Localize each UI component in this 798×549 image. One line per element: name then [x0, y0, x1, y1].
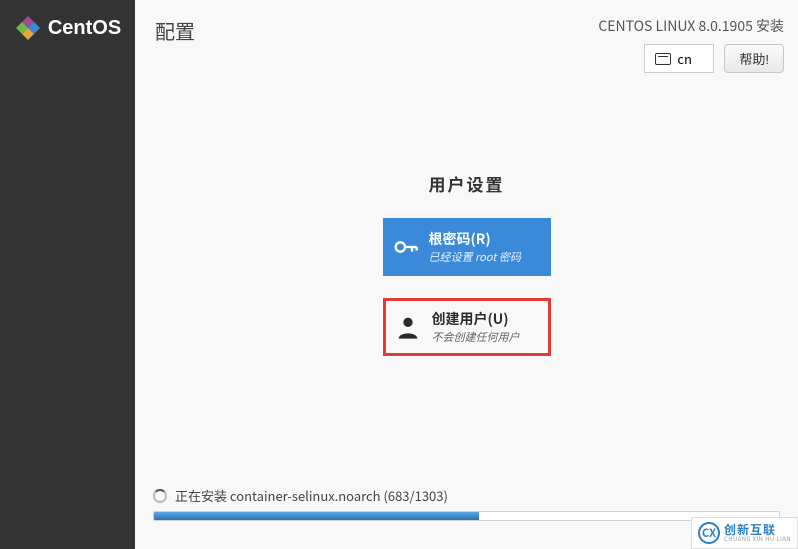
centos-logo-icon: [14, 14, 42, 42]
keyboard-icon: [655, 53, 671, 65]
root-password-title: 根密码(R): [429, 229, 521, 249]
installer-subtitle: CENTOS LINUX 8.0.1905 安装: [598, 16, 784, 36]
spinner-icon: [153, 489, 167, 503]
root-password-texts: 根密码(R) 已经设置 root 密码: [429, 229, 521, 265]
install-status-row: 正在安装 container-selinux.noarch (683/1303): [153, 486, 780, 505]
create-user-option[interactable]: 创建用户(U) 不会创建任何用户: [383, 298, 551, 356]
root-password-subtitle: 已经设置 root 密码: [429, 249, 521, 265]
watermark-text: 创新互联 CHUANG XIN HU LIAN: [724, 524, 791, 542]
create-user-subtitle: 不会创建任何用户: [432, 329, 520, 345]
watermark-badge: CX 创新互联 CHUANG XIN HU LIAN: [691, 517, 798, 549]
brand-logo: CentOS: [14, 14, 121, 42]
progress-bar-fill: [154, 512, 479, 520]
root-password-option[interactable]: 根密码(R) 已经设置 root 密码: [383, 218, 551, 276]
user-settings-heading: 用户设置: [429, 171, 505, 196]
create-user-title: 创建用户(U): [432, 309, 520, 329]
watermark-logo-icon: CX: [698, 522, 720, 544]
install-status-text: 正在安装 container-selinux.noarch (683/1303): [175, 486, 448, 505]
main-panel: 配置 CENTOS LINUX 8.0.1905 安装 cn 帮助! 用户设置 …: [135, 0, 798, 549]
brand-name: CentOS: [48, 17, 121, 40]
center-content: 用户设置 根密码(R) 已经设置 root 密码 创建用户(U) 不会创建任何用…: [135, 41, 798, 486]
progress-bar: [153, 511, 780, 521]
sidebar: CentOS: [0, 0, 135, 549]
create-user-texts: 创建用户(U) 不会创建任何用户: [432, 309, 520, 345]
user-icon: [394, 313, 422, 341]
watermark-en: CHUANG XIN HU LIAN: [724, 536, 791, 542]
key-icon: [391, 233, 419, 261]
